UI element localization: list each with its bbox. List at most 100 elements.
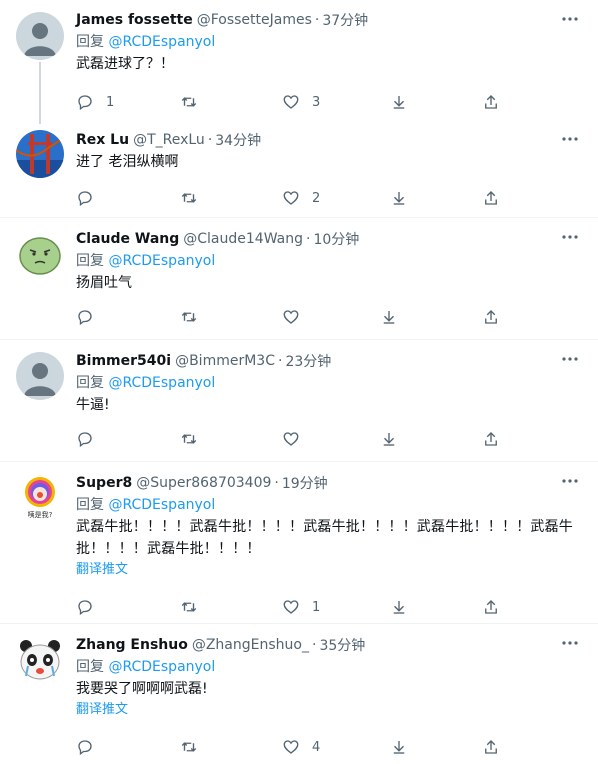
more-options-icon[interactable] [560, 636, 580, 650]
reply-prefix: 回复 [76, 253, 104, 269]
display-name[interactable]: Zhang Enshuo [76, 637, 188, 653]
retweet-button[interactable] [180, 189, 210, 207]
avatar[interactable] [16, 636, 64, 684]
timestamp[interactable]: 37分钟 [322, 10, 368, 30]
tweet-actions [76, 424, 582, 454]
replying-to: 回复 @RCDEspanyol [76, 495, 582, 515]
retweet-button[interactable] [180, 430, 210, 448]
retweet-button[interactable] [180, 598, 210, 616]
mention-link[interactable]: @RCDEspanyol [108, 34, 215, 50]
reply-button[interactable] [76, 308, 106, 326]
download-button[interactable] [390, 93, 408, 111]
tweet-text: 进了 老泪纵横啊 [76, 154, 179, 170]
retweet-button[interactable] [180, 738, 210, 756]
avatar[interactable] [16, 230, 64, 278]
timestamp[interactable]: 23分钟 [285, 351, 331, 371]
user-handle[interactable]: @T_RexLu [133, 132, 205, 148]
tweet[interactable]: Bimmer540i @BimmerM3C · 23分钟 回复 @RCDEspa… [0, 340, 598, 462]
tweet[interactable]: 咦是我? Super8 @Super868703409 · 19分钟 回复 @R… [0, 462, 598, 624]
download-icon [383, 311, 395, 324]
timestamp[interactable]: 19分钟 [282, 473, 328, 493]
tweet-text: 我要哭了啊啊啊武磊! [76, 681, 208, 697]
translate-tweet-link[interactable]: 翻译推文 [76, 700, 582, 720]
timestamp[interactable]: 34分钟 [215, 130, 261, 150]
more-options-icon[interactable] [560, 352, 580, 366]
heart-icon [283, 432, 299, 446]
download-button[interactable] [390, 598, 408, 616]
download-button[interactable] [380, 308, 398, 326]
retweet-button[interactable] [180, 93, 210, 111]
mention-link[interactable]: @RCDEspanyol [108, 375, 215, 391]
heart-icon [283, 95, 299, 109]
user-handle[interactable]: @FossetteJames [197, 12, 312, 28]
tweet-text: 武磊进球了？！ [76, 56, 174, 72]
reply-button[interactable] [76, 189, 106, 207]
download-icon [383, 433, 395, 446]
like-button[interactable] [282, 430, 312, 448]
retweet-icon [181, 97, 197, 107]
user-handle[interactable]: @Super868703409 [136, 475, 271, 491]
tweet-actions: 1 3 [76, 87, 582, 117]
download-button[interactable] [380, 430, 398, 448]
tweet[interactable]: Claude Wang @Claude14Wang · 10分钟 回复 @RCD… [0, 218, 598, 340]
download-button[interactable] [390, 189, 408, 207]
reply-prefix: 回复 [76, 375, 104, 391]
more-options-icon[interactable] [560, 12, 580, 26]
avatar[interactable]: 咦是我? [16, 474, 64, 522]
retweet-icon [181, 312, 197, 322]
like-count: 2 [312, 190, 321, 206]
share-icon [485, 740, 497, 754]
avatar[interactable] [16, 130, 64, 178]
mention-link[interactable]: @RCDEspanyol [108, 497, 215, 513]
retweet-button[interactable] [180, 308, 210, 326]
timestamp[interactable]: 10分钟 [313, 229, 359, 249]
reply-button[interactable] [76, 598, 106, 616]
avatar[interactable] [16, 12, 64, 60]
replying-to: 回复 @RCDEspanyol [76, 657, 582, 677]
share-button[interactable] [482, 738, 500, 756]
share-button[interactable] [482, 308, 500, 326]
heart-icon [283, 191, 299, 205]
like-button[interactable]: 2 [282, 189, 320, 207]
display-name[interactable]: Rex Lu [76, 132, 129, 148]
download-button[interactable] [390, 738, 408, 756]
reply-icon [78, 432, 92, 448]
replying-to: 回复 @RCDEspanyol [76, 251, 582, 271]
tweet[interactable]: Zhang Enshuo @ZhangEnshuo_ · 35分钟 回复 @RC… [0, 624, 598, 762]
display-name[interactable]: Bimmer540i [76, 353, 171, 369]
separator-dot: · [311, 637, 317, 653]
translate-tweet-link[interactable]: 翻译推文 [76, 560, 582, 580]
tweet-actions: 2 [76, 183, 582, 213]
like-button[interactable]: 1 [282, 598, 320, 616]
timestamp[interactable]: 35分钟 [319, 635, 365, 655]
mention-link[interactable]: @RCDEspanyol [108, 659, 215, 675]
reply-count: 1 [106, 94, 115, 110]
share-button[interactable] [482, 189, 500, 207]
user-handle[interactable]: @Claude14Wang [183, 231, 303, 247]
separator-dot: · [305, 231, 311, 247]
share-button[interactable] [482, 93, 500, 111]
like-button[interactable]: 3 [282, 93, 320, 111]
user-handle[interactable]: @ZhangEnshuo_ [192, 637, 309, 653]
more-options-icon[interactable] [560, 230, 580, 244]
display-name[interactable]: Claude Wang [76, 231, 179, 247]
download-icon [393, 741, 405, 754]
more-options-icon[interactable] [560, 474, 580, 488]
reply-button[interactable]: 1 [76, 93, 114, 111]
avatar[interactable] [16, 352, 64, 400]
reply-prefix: 回复 [76, 34, 104, 50]
tweet[interactable]: James fossette @FossetteJames · 37分钟 回复 … [0, 0, 598, 124]
reply-button[interactable] [76, 738, 106, 756]
reply-button[interactable] [76, 430, 106, 448]
like-button[interactable] [282, 308, 312, 326]
user-handle[interactable]: @BimmerM3C [175, 353, 275, 369]
share-button[interactable] [482, 598, 500, 616]
display-name[interactable]: James fossette [76, 12, 193, 28]
share-button[interactable] [482, 430, 500, 448]
mention-link[interactable]: @RCDEspanyol [108, 253, 215, 269]
thread-line [39, 62, 41, 124]
more-options-icon[interactable] [560, 132, 580, 146]
display-name[interactable]: Super8 [76, 475, 132, 491]
tweet[interactable]: Rex Lu @T_RexLu · 34分钟 进了 老泪纵横啊 2 [0, 120, 598, 218]
like-button[interactable]: 4 [282, 738, 320, 756]
